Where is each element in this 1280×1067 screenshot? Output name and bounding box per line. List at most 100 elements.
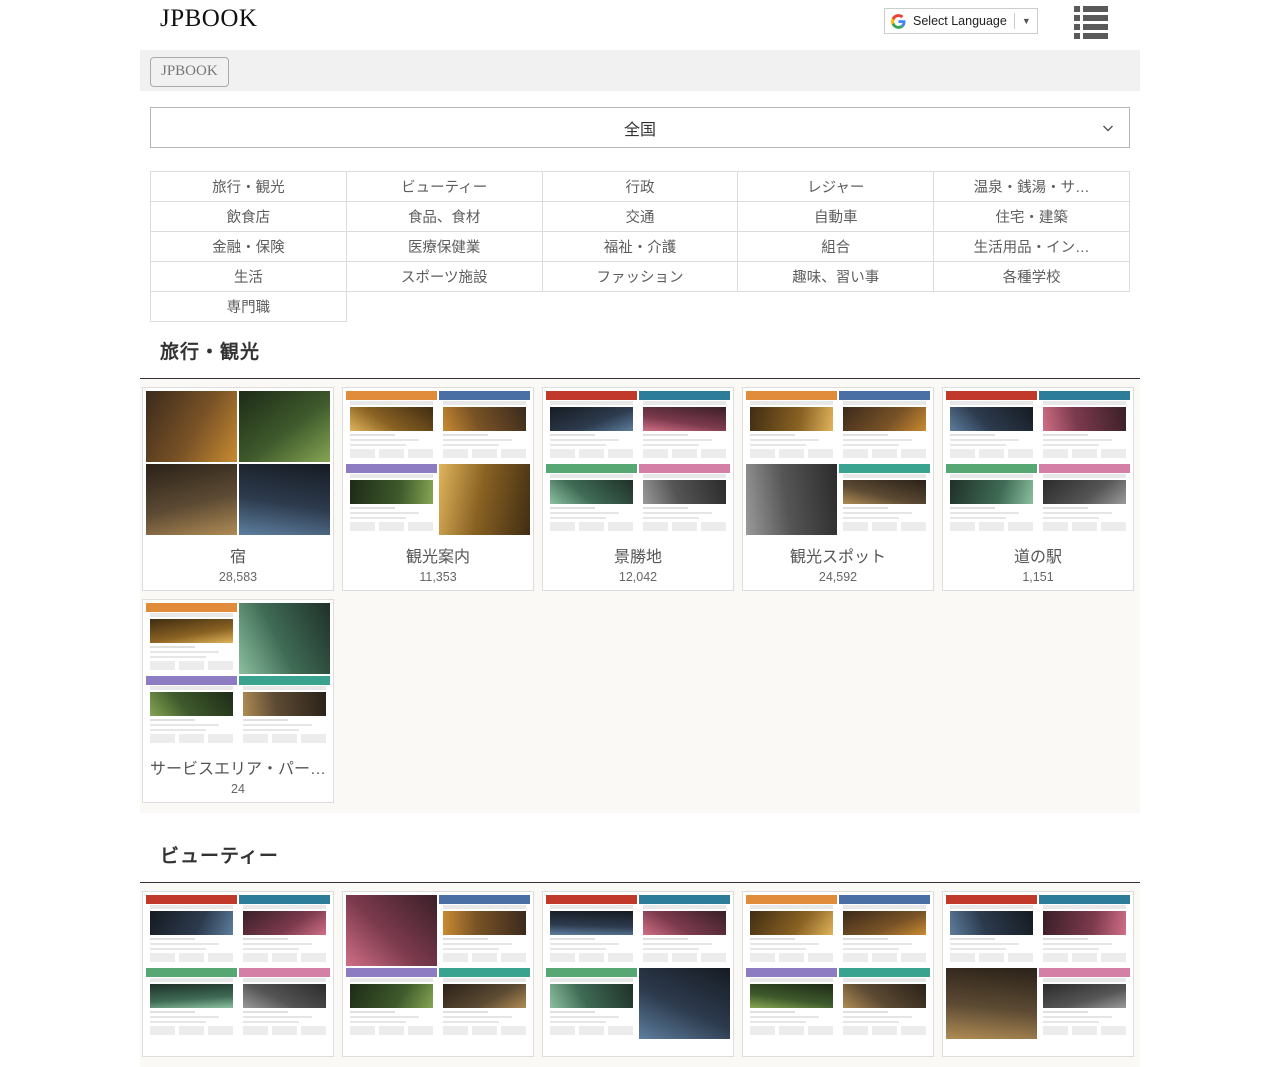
category-cell[interactable]: 生活: [151, 262, 347, 292]
category-cell[interactable]: 金融・保険: [151, 232, 347, 262]
site-header: JPBOOK Select Language ▼: [0, 0, 1280, 45]
chevron-down-icon[interactable]: ▼: [1022, 17, 1031, 26]
category-row: 旅行・観光ビューティー行政レジャー温泉・銭湯・サ…: [151, 172, 1130, 202]
card-grid: 宿 28,583 観光案内11,353景勝地12,042 観光スポット 24,592 道の…: [140, 379, 1140, 813]
category-cell[interactable]: 飲食店: [151, 202, 347, 232]
breadcrumb-item-jpbook[interactable]: JPBOOK: [150, 57, 229, 87]
chevron-down-icon: [1101, 121, 1115, 135]
category-row: 飲食店食品、食材交通自動車住宅・建築: [151, 202, 1130, 232]
translate-separator: [1014, 13, 1015, 29]
thumbnail-tile: [746, 391, 837, 462]
card-title: 観光スポット: [746, 543, 930, 567]
list-menu-icon[interactable]: [1074, 6, 1108, 34]
category-cell[interactable]: 専門職: [151, 292, 347, 322]
category-cell[interactable]: 自動車: [738, 202, 934, 232]
category-card[interactable]: サービスエリア・パー…24: [142, 599, 334, 803]
category-card[interactable]: [942, 891, 1134, 1057]
card-count: 24,592: [746, 570, 930, 590]
thumbnail-tile: [239, 895, 330, 966]
thumbnail-tile: [146, 895, 237, 966]
thumbnail-tile: [146, 676, 237, 747]
category-cell[interactable]: ビューティー: [346, 172, 542, 202]
card-title: 景勝地: [546, 543, 730, 567]
card-thumbnail-collage: [146, 603, 330, 747]
thumbnail-tile: [239, 676, 330, 747]
thumbnail-tile: [439, 464, 530, 535]
card-thumbnail-collage: [546, 895, 730, 1039]
card-thumbnail-collage: [146, 895, 330, 1039]
category-card[interactable]: [542, 891, 734, 1057]
card-count: [346, 1050, 530, 1056]
category-cell-empty: [346, 292, 542, 322]
google-logo-icon: [891, 14, 906, 29]
category-cell-empty: [542, 292, 738, 322]
category-cell[interactable]: 福祉・介護: [542, 232, 738, 262]
thumbnail-tile: [239, 391, 330, 462]
card-title: 宿: [146, 543, 330, 567]
category-cell[interactable]: 食品、食材: [346, 202, 542, 232]
category-cell[interactable]: レジャー: [738, 172, 934, 202]
category-card[interactable]: 道の駅 1,151: [942, 387, 1134, 591]
category-cell[interactable]: ファッション: [542, 262, 738, 292]
thumbnail-tile: [1039, 968, 1130, 1039]
category-table-body: 旅行・観光ビューティー行政レジャー温泉・銭湯・サ…飲食店食品、食材交通自動車住宅…: [151, 172, 1130, 322]
thumbnail-tile: [346, 464, 437, 535]
card-title: 道の駅: [946, 543, 1130, 567]
thumbnail-tile: [146, 968, 237, 1039]
category-section: 旅行・観光宿 28,583 観光案内11,353景勝地12,042 観光スポット 24,…: [0, 337, 1280, 813]
category-cell[interactable]: 生活用品・イン…: [934, 232, 1130, 262]
thumbnail-tile: [1039, 391, 1130, 462]
list-icon-row: [1074, 33, 1108, 39]
category-card[interactable]: 観光スポット 24,592: [742, 387, 934, 591]
category-cell[interactable]: 住宅・建築: [934, 202, 1130, 232]
thumbnail-tile: [346, 391, 437, 462]
list-icon-row: [1074, 24, 1108, 30]
category-card[interactable]: 宿 28,583: [142, 387, 334, 591]
thumbnail-tile: [346, 895, 437, 966]
category-row: 生活スポーツ施設ファッション趣味、習い事各種学校: [151, 262, 1130, 292]
list-icon-row: [1074, 6, 1108, 12]
thumbnail-tile: [639, 968, 730, 1039]
thumbnail-tile: [546, 464, 637, 535]
card-count: [946, 1050, 1130, 1056]
site-logo[interactable]: JPBOOK: [160, 6, 257, 31]
region-select[interactable]: 全国: [150, 107, 1130, 148]
card-count: 28,583: [146, 570, 330, 590]
category-card[interactable]: [142, 891, 334, 1057]
card-count: 1,151: [946, 570, 1130, 590]
thumbnail-tile: [439, 391, 530, 462]
category-cell[interactable]: 行政: [542, 172, 738, 202]
thumbnail-tile: [746, 968, 837, 1039]
thumbnail-tile: [946, 895, 1037, 966]
category-cell[interactable]: 交通: [542, 202, 738, 232]
card-grid: [140, 883, 1140, 1067]
category-cell[interactable]: 医療保健業: [346, 232, 542, 262]
thumbnail-tile: [346, 968, 437, 1039]
category-cell[interactable]: 温泉・銭湯・サ…: [934, 172, 1130, 202]
thumbnail-tile: [639, 895, 730, 966]
category-cell[interactable]: 旅行・観光: [151, 172, 347, 202]
thumbnail-tile: [946, 464, 1037, 535]
thumbnail-tile: [239, 603, 330, 674]
category-cell[interactable]: スポーツ施設: [346, 262, 542, 292]
google-translate-widget[interactable]: Select Language ▼: [884, 8, 1038, 34]
list-icon-row: [1074, 15, 1108, 21]
category-card[interactable]: 景勝地12,042: [542, 387, 734, 591]
category-section: ビューティー: [0, 841, 1280, 1067]
region-select-value: 全国: [624, 116, 656, 140]
category-card[interactable]: 観光案内11,353: [342, 387, 534, 591]
category-cell[interactable]: 各種学校: [934, 262, 1130, 292]
category-card[interactable]: [742, 891, 934, 1057]
thumbnail-tile: [546, 391, 637, 462]
category-card[interactable]: [342, 891, 534, 1057]
thumbnail-tile: [146, 464, 237, 535]
thumbnail-tile: [239, 968, 330, 1039]
card-title: 観光案内: [346, 543, 530, 567]
category-cell[interactable]: 趣味、習い事: [738, 262, 934, 292]
category-cell[interactable]: 組合: [738, 232, 934, 262]
section-title: 旅行・観光: [160, 337, 1280, 364]
card-thumbnail-collage: [546, 391, 730, 535]
category-row: 金融・保険医療保健業福祉・介護組合生活用品・イン…: [151, 232, 1130, 262]
thumbnail-tile: [839, 895, 930, 966]
card-thumbnail-collage: [746, 895, 930, 1039]
